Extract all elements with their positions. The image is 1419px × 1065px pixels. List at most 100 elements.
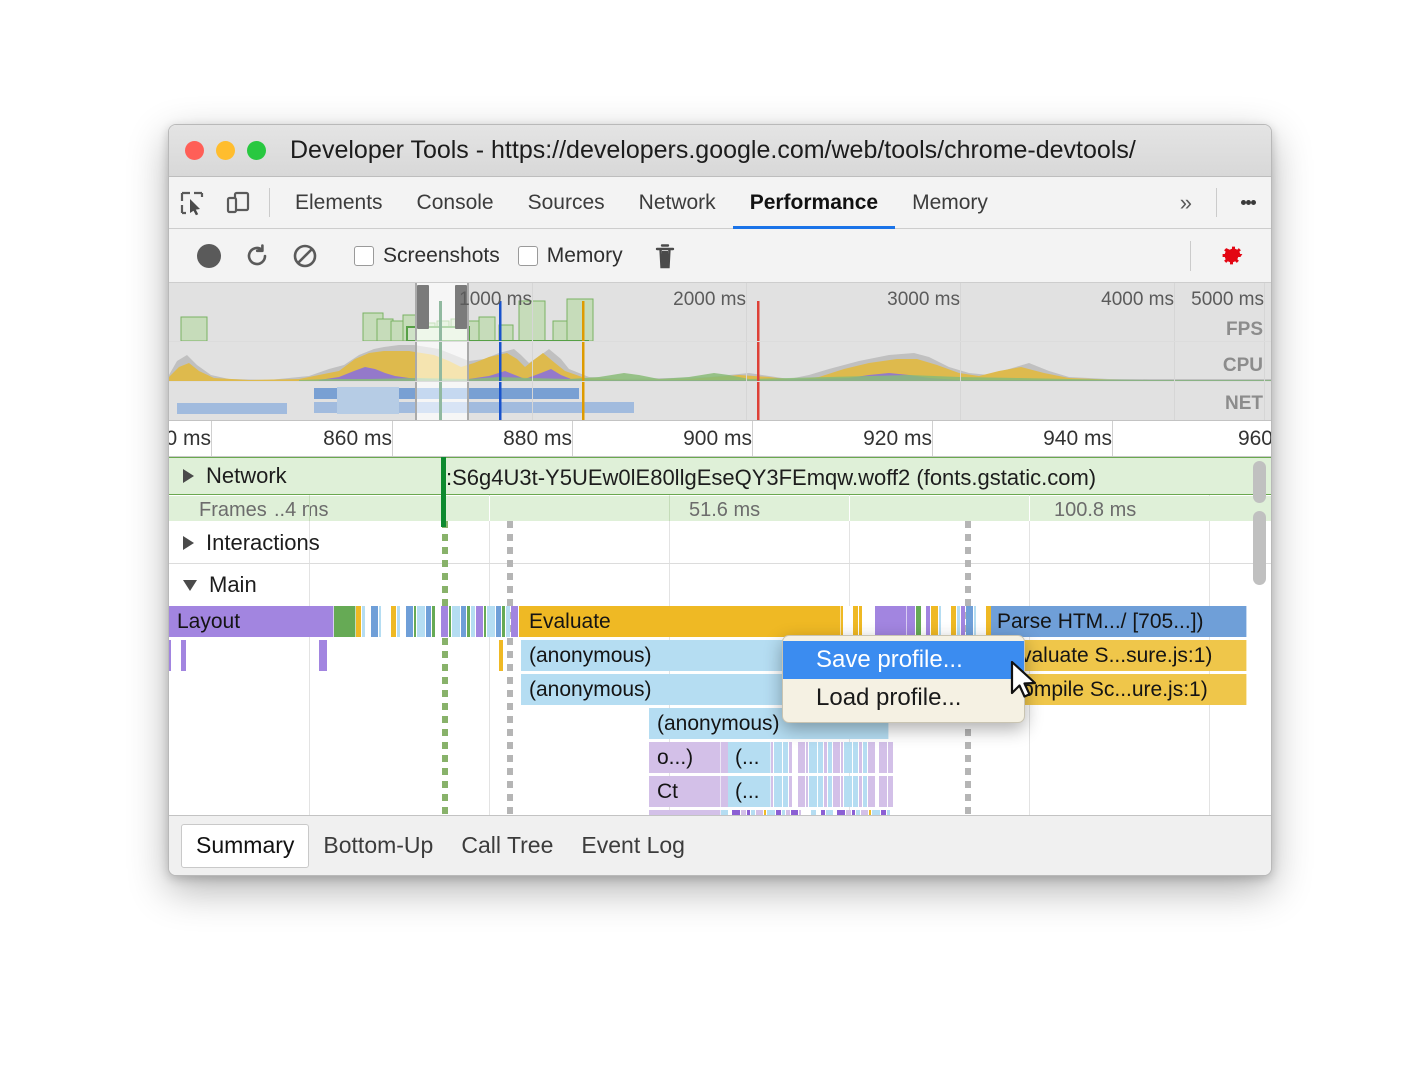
screenshots-checkbox[interactable]: Screenshots bbox=[354, 244, 500, 268]
chevron-right-icon bbox=[183, 536, 194, 550]
tab-sources[interactable]: Sources bbox=[511, 177, 622, 228]
track-group-interactions[interactable]: Interactions bbox=[169, 522, 1271, 564]
zoom-window-button[interactable] bbox=[247, 141, 266, 160]
flame-micro-bar bbox=[859, 742, 862, 773]
flame-micro-bar bbox=[356, 606, 361, 637]
flame-micro-bar bbox=[484, 606, 486, 637]
screenshots-checkbox-box bbox=[354, 246, 374, 266]
flame-micro-bar bbox=[876, 776, 878, 807]
flame-micro-bar bbox=[391, 606, 396, 637]
tab-event-log[interactable]: Event Log bbox=[567, 824, 699, 868]
flame-event-bar[interactable]: Parse HTM.../ [705...]) bbox=[989, 606, 1247, 637]
flame-chart-panel[interactable]: Network :S6g4U3t-Y5UEw0lE80llgEseQY3FEmq… bbox=[169, 457, 1271, 825]
inspect-element-icon[interactable] bbox=[169, 177, 215, 228]
tab-memory[interactable]: Memory bbox=[895, 177, 1005, 228]
clear-recording-icon[interactable] bbox=[281, 242, 329, 270]
device-toolbar-icon[interactable] bbox=[215, 177, 261, 228]
flame-micro-bar bbox=[441, 606, 448, 637]
flame-event-bar[interactable]: (... bbox=[727, 776, 771, 807]
flame-micro-bar bbox=[771, 776, 773, 807]
close-window-button[interactable] bbox=[185, 141, 204, 160]
flame-micro-bar bbox=[426, 606, 431, 637]
flame-event-bar[interactable]: o...) bbox=[649, 742, 721, 773]
flame-micro-bar bbox=[833, 742, 840, 773]
flame-micro-bar bbox=[844, 606, 852, 637]
flame-event-label: (anonymous) bbox=[529, 645, 652, 666]
tab-summary[interactable]: Summary bbox=[181, 824, 309, 868]
flame-micro-bar bbox=[841, 606, 843, 637]
flame-micro-bar bbox=[833, 776, 840, 807]
marker-guide-gray-1 bbox=[507, 521, 513, 825]
flame-micro-bar bbox=[467, 606, 470, 637]
flame-micro-bar bbox=[461, 606, 466, 637]
flame-micro-bar bbox=[452, 606, 460, 637]
settings-gear-icon[interactable] bbox=[1207, 241, 1255, 271]
more-tabs-chevron-icon[interactable]: » bbox=[1164, 177, 1208, 228]
flame-event-label: (anonymous) bbox=[529, 679, 652, 700]
menu-item-load-profile[interactable]: Load profile... bbox=[783, 679, 1024, 717]
flame-micro-bar bbox=[793, 742, 797, 773]
flame-micro-bar bbox=[806, 776, 808, 807]
flame-micro-bar bbox=[476, 606, 483, 637]
reload-and-record-icon[interactable] bbox=[233, 242, 281, 270]
flame-micro-bar bbox=[863, 606, 867, 637]
tab-bottom-up[interactable]: Bottom-Up bbox=[309, 824, 447, 868]
flame-event-bar[interactable]: (... bbox=[727, 742, 771, 773]
track-group-main[interactable]: Main bbox=[169, 564, 1271, 606]
flame-event-bar[interactable]: Evaluate bbox=[521, 606, 841, 637]
flame-micro-bar bbox=[789, 776, 792, 807]
vertical-scrollbar-thumb-top[interactable] bbox=[1253, 461, 1266, 503]
flame-micro-bar bbox=[859, 776, 862, 807]
flame-micro-bar bbox=[519, 606, 521, 637]
flame-event-bar[interactable] bbox=[334, 606, 356, 637]
record-dot bbox=[197, 244, 221, 268]
timeline-ruler: 0 ms860 ms880 ms900 ms920 ms940 ms960 bbox=[169, 421, 1271, 457]
flame-micro-bar bbox=[841, 742, 843, 773]
flame-event-bar[interactable]: Ct bbox=[649, 776, 721, 807]
time-ruler-label: 880 ms bbox=[503, 427, 572, 451]
time-ruler-label: 940 ms bbox=[1043, 427, 1112, 451]
tab-call-tree[interactable]: Call Tree bbox=[447, 824, 567, 868]
flame-micro-bar bbox=[977, 606, 985, 637]
time-ruler-label: 860 ms bbox=[323, 427, 392, 451]
screenshots-label: Screenshots bbox=[383, 244, 500, 268]
flame-micro-bar bbox=[496, 606, 501, 637]
trash-icon[interactable] bbox=[641, 242, 689, 270]
details-drawer-tabs: Summary Bottom-Up Call Tree Event Log bbox=[169, 815, 1271, 875]
flame-micro-bar bbox=[853, 776, 858, 807]
kebab-menu-icon[interactable] bbox=[1225, 177, 1271, 228]
flame-micro-bar bbox=[181, 640, 186, 671]
tab-network[interactable]: Network bbox=[622, 177, 733, 228]
flame-micro-bar bbox=[721, 742, 728, 773]
flame-micro-bar bbox=[853, 742, 858, 773]
flame-event-label: Parse HTM.../ [705...]) bbox=[997, 611, 1204, 632]
flame-micro-bar bbox=[931, 606, 938, 637]
tab-console[interactable]: Console bbox=[400, 177, 511, 228]
vertical-scrollbar-thumb-main[interactable] bbox=[1253, 511, 1266, 585]
minimize-window-button[interactable] bbox=[216, 141, 235, 160]
flame-micro-bar bbox=[379, 606, 381, 637]
flame-micro-bar bbox=[828, 742, 832, 773]
context-menu[interactable]: Save profile... Load profile... bbox=[782, 635, 1025, 723]
flame-micro-bar bbox=[319, 640, 327, 671]
tab-performance[interactable]: Performance bbox=[733, 177, 895, 228]
overview-gridline bbox=[1264, 283, 1265, 420]
tab-elements[interactable]: Elements bbox=[278, 177, 400, 228]
flame-micro-bar bbox=[859, 606, 862, 637]
flame-micro-bar bbox=[879, 776, 887, 807]
flame-event-bar[interactable]: Layout bbox=[169, 606, 334, 637]
record-icon[interactable] bbox=[185, 244, 233, 268]
timeline-overview[interactable]: 1000 ms2000 ms3000 ms4000 ms5000 msFPSCP… bbox=[169, 283, 1271, 421]
flame-micro-bar bbox=[789, 742, 792, 773]
menu-item-save-profile[interactable]: Save profile... bbox=[783, 641, 1024, 679]
flame-event-label: (anonymous) bbox=[657, 713, 780, 734]
flame-micro-bar bbox=[824, 776, 827, 807]
flame-micro-bar bbox=[818, 776, 823, 807]
flame-micro-bar bbox=[432, 606, 435, 637]
flame-micro-bar bbox=[922, 606, 925, 637]
flame-micro-bar bbox=[471, 606, 475, 637]
memory-checkbox[interactable]: Memory bbox=[518, 244, 623, 268]
time-ruler-label: 920 ms bbox=[863, 427, 932, 451]
flame-micro-bar bbox=[888, 742, 893, 773]
flame-micro-bar bbox=[907, 606, 915, 637]
